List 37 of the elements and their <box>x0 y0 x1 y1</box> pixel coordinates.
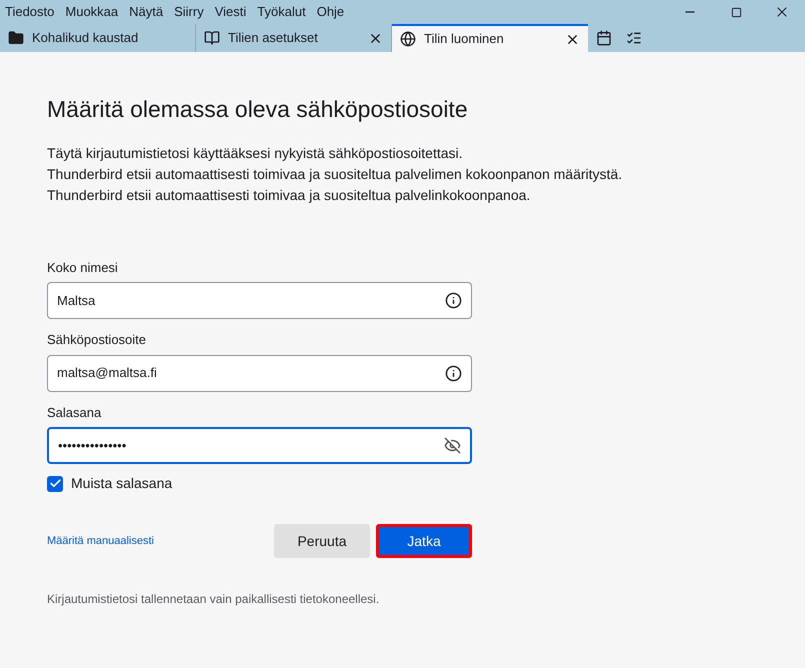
tab[interactable]: Kohalikud kaustad <box>0 24 196 52</box>
menu-item[interactable]: Siirry <box>174 2 204 22</box>
tab-label: Kohalikud kaustad <box>32 29 138 48</box>
tab-label: Tilien asetukset <box>228 29 318 48</box>
folder-icon <box>8 30 24 46</box>
info-icon[interactable] <box>445 364 462 382</box>
tab[interactable]: Tilin luominen <box>392 24 588 52</box>
checkbox[interactable] <box>47 476 63 492</box>
info-icon[interactable] <box>445 292 462 309</box>
menu-item[interactable]: Työkalut <box>257 2 306 22</box>
field-label: Sähköpostiosoite <box>47 331 148 349</box>
page-heading: Määritä olemassa oleva sähköpostiosoite <box>47 95 469 124</box>
intro-text: Täytä kirjautumistietosi käyttääksesi nykyistä sähköpostiosoitettasi. <box>47 144 464 163</box>
hide-password-icon[interactable] <box>444 437 461 454</box>
dialog-button[interactable]: Peruuta <box>274 524 370 558</box>
menu-item[interactable]: Ohje <box>316 2 344 22</box>
input-field[interactable]: Maltsa <box>47 282 472 319</box>
intro-text: Thunderbird etsii automaattisesti toimivaa ja suositeltua palvelimen kokoonpanon määritystä. <box>47 164 624 184</box>
field-label: Salasana <box>47 404 102 422</box>
menu-item[interactable]: Muokkaa <box>65 2 118 22</box>
menu-item[interactable]: Näytä <box>129 2 164 22</box>
footer-note: Kirjautumistietosi tallennetaan vain paikallisesti tietokoneellesi. <box>47 591 380 608</box>
maximize-icon[interactable] <box>730 6 742 18</box>
book-icon <box>204 30 220 46</box>
tab-label: Tilin luominen <box>424 30 504 48</box>
intro-text: Thunderbird etsii automaattisesti toimivaa ja suositeltua palvelinkokoonpanoa. <box>47 186 532 205</box>
calendar-icon[interactable] <box>596 30 612 46</box>
dialog-button[interactable]: Jatka <box>376 524 472 558</box>
menu-item[interactable]: Tiedosto <box>5 2 54 22</box>
globe-icon <box>400 31 416 47</box>
menu-item[interactable]: Viesti <box>214 2 246 22</box>
input-field[interactable]: maltsa@maltsa.fi <box>47 354 472 392</box>
task-list-icon[interactable] <box>626 30 642 46</box>
field-label: Koko nimesi <box>47 258 119 276</box>
manual-setup-link[interactable]: Määritä manuaalisesti <box>47 532 154 550</box>
input-field[interactable]: ••••••••••••••• <box>47 427 472 464</box>
checkbox-label: Muista salasana <box>71 474 172 493</box>
